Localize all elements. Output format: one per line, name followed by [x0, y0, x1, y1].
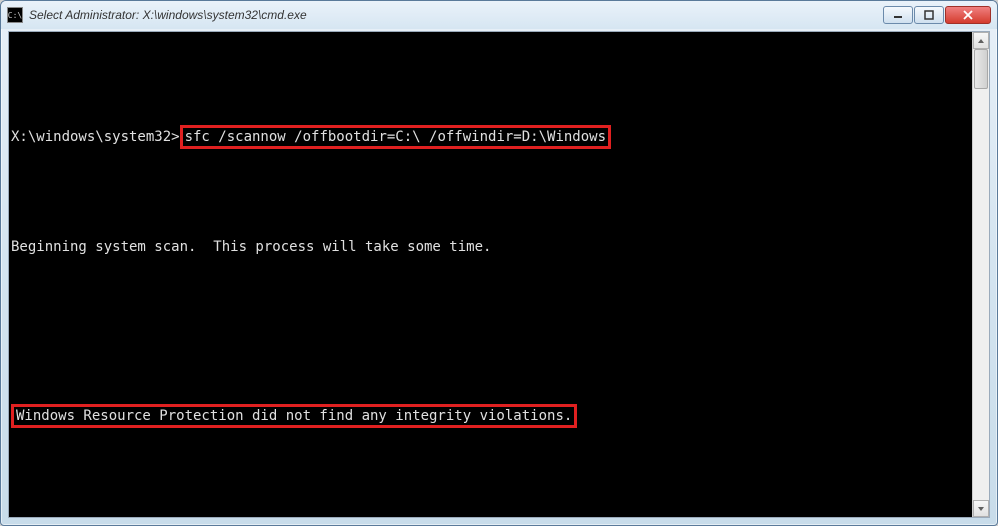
terminal-line: Windows Resource Protection did not find…	[11, 402, 972, 430]
terminal-line	[11, 72, 972, 90]
terminal-line	[11, 184, 972, 202]
close-button[interactable]	[945, 6, 991, 24]
terminal-line: X:\windows\system32> sfc /scannow /offboo…	[11, 127, 972, 147]
output-text: Beginning system scan. This process will…	[11, 239, 491, 255]
maximize-icon	[924, 10, 934, 20]
terminal-line	[11, 466, 972, 484]
app-icon: C:\	[7, 7, 23, 23]
titlebar[interactable]: C:\ Select Administrator: X:\windows\sys…	[1, 1, 997, 29]
chevron-down-icon	[977, 506, 985, 512]
window-title: Select Administrator: X:\windows\system3…	[29, 8, 883, 22]
close-icon	[962, 10, 974, 20]
window-controls	[883, 6, 991, 24]
terminal-output[interactable]: X:\windows\system32> sfc /scannow /offboo…	[9, 32, 972, 517]
terminal-line	[11, 347, 972, 365]
client-area: X:\windows\system32> sfc /scannow /offboo…	[8, 31, 990, 518]
vertical-scrollbar[interactable]	[972, 32, 989, 517]
prompt-text: X:\windows\system32>	[11, 129, 180, 145]
chevron-up-icon	[977, 38, 985, 44]
scroll-track[interactable]	[973, 49, 989, 500]
highlight-annotation: Windows Resource Protection did not find…	[11, 404, 577, 428]
scroll-down-button[interactable]	[973, 500, 989, 517]
terminal-line: Beginning system scan. This process will…	[11, 238, 972, 256]
highlight-annotation: sfc /scannow /offbootdir=C:\ /offwindir=…	[180, 125, 611, 149]
minimize-button[interactable]	[883, 6, 913, 24]
scroll-thumb[interactable]	[974, 49, 988, 89]
command-text: sfc /scannow /offbootdir=C:\ /offwindir=…	[185, 129, 606, 145]
scroll-up-button[interactable]	[973, 32, 989, 49]
application-window: C:\ Select Administrator: X:\windows\sys…	[0, 0, 998, 526]
output-text: Windows Resource Protection did not find…	[16, 408, 572, 424]
minimize-icon	[893, 10, 903, 20]
terminal-line	[11, 293, 972, 311]
maximize-button[interactable]	[914, 6, 944, 24]
